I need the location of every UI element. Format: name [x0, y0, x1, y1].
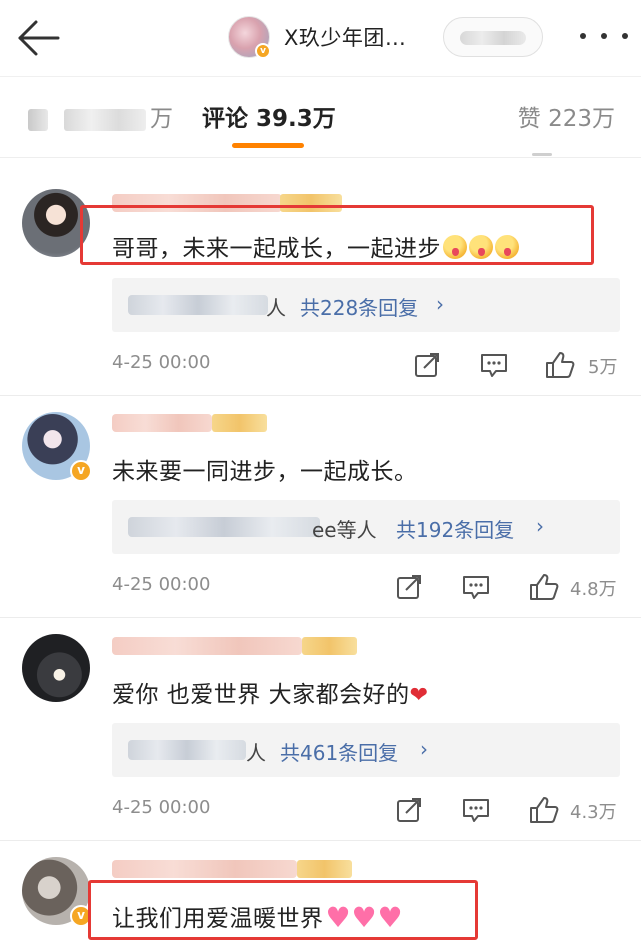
commenter-name-blurred[interactable] — [112, 637, 357, 655]
account-avatar[interactable]: v — [228, 16, 271, 59]
reply-names-blurred — [128, 517, 320, 537]
reply-names-blurred — [128, 740, 246, 760]
comment-meta: 4-25 00:00 4.8万 — [112, 572, 620, 602]
active-tab-indicator — [232, 143, 304, 148]
follow-label-blurred — [460, 31, 526, 45]
red-heart-emoji-icon: ❤ — [409, 683, 429, 708]
comment-meta: 4-25 00:00 5万 — [112, 350, 620, 380]
highlight-box — [88, 880, 478, 940]
tab-bar: 万 评论 39.3万 赞 223万 — [0, 76, 641, 158]
replies-preview[interactable]: 人 共461条回复 › — [112, 723, 620, 777]
more-dots-icon — [601, 33, 607, 39]
more-options-button[interactable] — [580, 26, 628, 46]
reply-people-suffix: 人 — [266, 296, 286, 320]
chevron-right-icon: › — [536, 514, 544, 538]
commenter-avatar[interactable]: v — [22, 412, 92, 482]
replies-preview[interactable]: 人 共228条回复 › — [112, 278, 620, 332]
more-dots-icon — [622, 33, 628, 39]
comment-body: 爱你 也爱世界 大家都会好的 — [112, 682, 410, 708]
verified-badge-icon: v — [70, 460, 92, 482]
commenter-name-blurred[interactable] — [112, 414, 267, 432]
reply-count-link[interactable]: 共192条回复 — [396, 514, 514, 543]
scroll-hint — [532, 153, 552, 156]
chevron-right-icon: › — [420, 737, 428, 761]
tab-reposts-suffix: 万 — [150, 106, 173, 132]
tab-reposts[interactable]: 万 — [28, 99, 173, 133]
tab-reposts-count-blurred — [64, 108, 146, 131]
verified-badge-icon: v — [255, 43, 271, 59]
divider — [0, 840, 641, 841]
divider — [0, 395, 641, 396]
comment-meta: 4-25 00:00 4.3万 — [112, 795, 620, 825]
account-header[interactable]: v X玖少年团… — [228, 14, 406, 60]
like-count: 4.8万 — [570, 579, 617, 600]
reply-people-suffix: 人 — [246, 741, 266, 765]
back-button[interactable] — [14, 18, 62, 58]
comment-text: 爱你 也爱世界 大家都会好的❤ — [112, 675, 429, 709]
commenter-avatar[interactable]: v — [22, 857, 92, 927]
account-name[interactable]: X玖少年团… — [284, 22, 406, 52]
like-count: 4.3万 — [570, 802, 617, 823]
reply-people-suffix: ee等人 — [312, 518, 377, 542]
comment-icon[interactable] — [478, 350, 510, 380]
more-dots-icon — [580, 33, 586, 39]
commenter-avatar[interactable] — [22, 634, 90, 702]
replies-preview[interactable]: ee等人 共192条回复 › — [112, 500, 620, 554]
repost-icon[interactable] — [394, 572, 424, 602]
reply-count-link[interactable]: 共228条回复 — [300, 292, 418, 321]
tab-likes[interactable]: 赞 223万 — [518, 99, 615, 133]
reply-count-link[interactable]: 共461条回复 — [280, 737, 398, 766]
divider — [0, 617, 641, 618]
comment-timestamp: 4-25 00:00 — [112, 574, 211, 595]
tab-reposts-label-blurred — [28, 108, 48, 131]
like-thumb-icon[interactable] — [528, 572, 560, 602]
repost-icon[interactable] — [412, 350, 442, 380]
follow-button[interactable] — [443, 17, 543, 57]
highlight-box — [80, 205, 594, 265]
tab-comments[interactable]: 评论 39.3万 — [202, 99, 336, 133]
comment-icon[interactable] — [460, 795, 492, 825]
comment-timestamp: 4-25 00:00 — [112, 352, 211, 373]
repost-icon[interactable] — [394, 795, 424, 825]
comment-text: 未来要一同进步，一起成长。 — [112, 459, 418, 485]
comment-timestamp: 4-25 00:00 — [112, 797, 211, 818]
like-thumb-icon[interactable] — [528, 795, 560, 825]
chevron-right-icon: › — [436, 292, 444, 316]
like-thumb-icon[interactable] — [544, 350, 576, 380]
back-arrow-icon — [18, 20, 60, 56]
comment-icon[interactable] — [460, 572, 492, 602]
like-count: 5万 — [588, 357, 618, 378]
reply-names-blurred — [128, 295, 268, 315]
top-nav-bar: v X玖少年团… — [0, 0, 641, 76]
commenter-name-blurred[interactable] — [112, 860, 352, 878]
